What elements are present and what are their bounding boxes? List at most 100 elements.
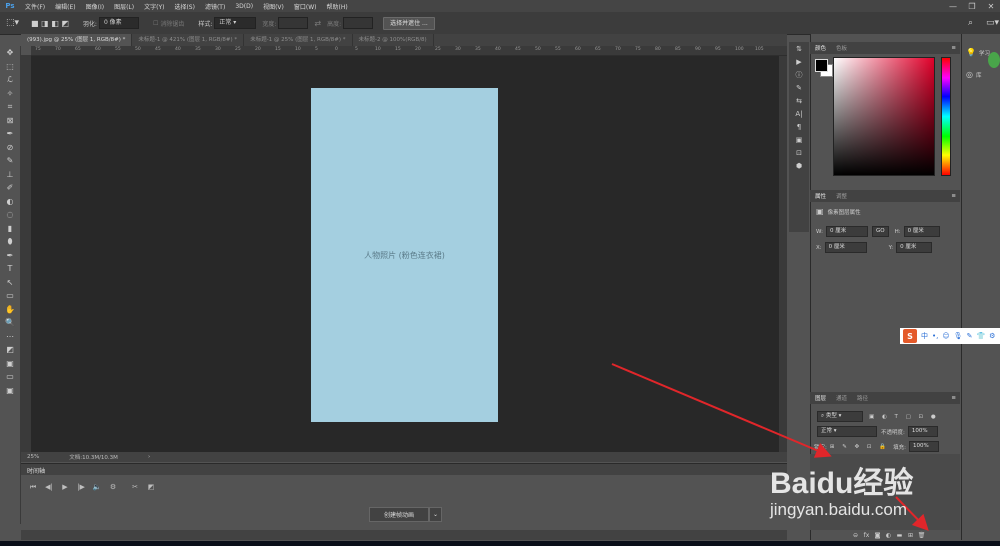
panel-icon-3[interactable]: ✎: [789, 81, 809, 94]
status-arrow-icon[interactable]: ›: [148, 454, 150, 460]
tool-13-icon[interactable]: ▮: [0, 222, 20, 236]
opacity-input[interactable]: 100%: [907, 426, 938, 437]
panel-icon-1[interactable]: ▶: [789, 55, 809, 68]
filter-icons[interactable]: ▣ ◐ T ▢ ⊡ ●: [869, 414, 939, 420]
audio-icon[interactable]: 🔈: [89, 480, 105, 494]
play-icon[interactable]: ▶: [57, 480, 73, 494]
panel-menu-icon[interactable]: ≡: [951, 395, 956, 401]
tab-doc-3[interactable]: 未标题-1 @ 25% (图层 1, RGB/8#) *: [244, 34, 353, 46]
panel-menu-icon[interactable]: ≡: [951, 193, 956, 199]
first-frame-icon[interactable]: ⏮: [25, 480, 41, 494]
link-icon[interactable]: GO: [871, 226, 889, 237]
tool-18-icon[interactable]: ▭: [0, 289, 20, 303]
panel-icon-0[interactable]: ⇅: [789, 42, 809, 55]
menu-type[interactable]: 文字(Y): [139, 2, 169, 11]
tab-properties[interactable]: 属性: [810, 192, 831, 200]
panel-icon-6[interactable]: ¶: [789, 120, 809, 133]
tab-paths[interactable]: 路径: [852, 394, 873, 402]
w-input[interactable]: 0 厘米: [825, 226, 868, 237]
ime-tool-icon[interactable]: ✎: [967, 332, 973, 340]
tool-19-icon[interactable]: ✋: [0, 303, 20, 317]
panel-icon-8[interactable]: ⊡: [789, 146, 809, 159]
tool-15-icon[interactable]: ✒: [0, 249, 20, 263]
sogou-logo-icon[interactable]: S: [903, 329, 917, 343]
color-picker-field[interactable]: [833, 57, 935, 176]
tool-24-icon[interactable]: ▭: [0, 370, 20, 384]
chevron-down-icon[interactable]: ⌄: [429, 507, 442, 522]
swap-icon[interactable]: ⇄: [314, 19, 321, 28]
tab-doc-1[interactable]: (993).jpg @ 25% (图层 1, RGB/8#) *: [21, 34, 133, 46]
height-input[interactable]: [343, 17, 374, 29]
tool-21-icon[interactable]: ⋯: [0, 330, 20, 344]
menu-window[interactable]: 窗口(W): [289, 2, 322, 11]
y-input[interactable]: 0 厘米: [896, 242, 933, 253]
restore-button[interactable]: ❐: [963, 0, 981, 12]
tab-swatches[interactable]: 色板: [831, 44, 852, 52]
ime-voice-icon[interactable]: 🎙: [954, 332, 963, 340]
tool-7-icon[interactable]: ⊘: [0, 141, 20, 155]
kind-filter-select[interactable]: ⌕ 类型 ▾: [817, 411, 863, 422]
menu-image[interactable]: 图像(I): [81, 2, 109, 11]
minimize-button[interactable]: —: [944, 0, 962, 12]
menu-3d[interactable]: 3D(D): [230, 3, 258, 10]
library-item[interactable]: ◎ 库: [966, 70, 982, 79]
tool-11-icon[interactable]: ◐: [0, 195, 20, 209]
tool-6-icon[interactable]: ✒: [0, 127, 20, 141]
antialias-checkbox[interactable]: ☐: [153, 20, 158, 27]
marquee-tool-icon[interactable]: ⬚▾: [6, 18, 19, 28]
tool-25-icon[interactable]: ▣: [0, 384, 20, 398]
tool-22-icon[interactable]: ◩: [0, 343, 20, 357]
tab-channels[interactable]: 通道: [831, 394, 852, 402]
tool-1-icon[interactable]: ⬚: [0, 60, 20, 74]
tab-adjustments[interactable]: 调整: [831, 192, 852, 200]
tool-5-icon[interactable]: ⊠: [0, 114, 20, 128]
tab-color[interactable]: 颜色: [810, 44, 831, 52]
tool-17-icon[interactable]: ↖: [0, 276, 20, 290]
ime-settings-icon[interactable]: ⚙: [989, 332, 995, 340]
tab-doc-2[interactable]: 未标题-1 @ 421% (图层 1, RGB/8#) *: [132, 34, 245, 46]
workspace-icon[interactable]: ▭▾: [986, 18, 999, 28]
tab-doc-4[interactable]: 未标题-2 @ 100%(RGB/8): [353, 34, 434, 46]
menu-view[interactable]: 视图(V): [258, 2, 289, 11]
prev-frame-icon[interactable]: ◀|: [41, 480, 57, 494]
tool-20-icon[interactable]: 🔍: [0, 316, 20, 330]
ime-skin-icon[interactable]: 👕: [976, 332, 985, 340]
tool-12-icon[interactable]: ◌: [0, 208, 20, 222]
panel-menu-icon[interactable]: ≡: [951, 45, 956, 51]
create-frame-animation-button[interactable]: 创建帧动画: [369, 507, 429, 522]
tool-0-icon[interactable]: ✥: [0, 46, 20, 60]
menu-edit[interactable]: 编辑(E): [50, 2, 80, 11]
tool-23-icon[interactable]: ▣: [0, 357, 20, 371]
style-select[interactable]: 正常 ▾: [214, 17, 257, 29]
next-frame-icon[interactable]: |▶: [73, 480, 89, 494]
avatar[interactable]: [988, 52, 1000, 68]
tool-9-icon[interactable]: ⊥: [0, 168, 20, 182]
menu-filter[interactable]: 滤镜(T): [200, 2, 230, 11]
panel-icon-5[interactable]: A|: [789, 107, 809, 120]
ime-chinese-toggle[interactable]: 中: [921, 331, 928, 341]
document-photo[interactable]: 人物照片 (粉色连衣裙): [311, 88, 498, 422]
learn-item[interactable]: 💡 学习: [966, 48, 990, 57]
select-and-mask-button[interactable]: 选择并遮住 ...: [383, 16, 435, 30]
menu-select[interactable]: 选择(S): [169, 2, 200, 11]
menu-file[interactable]: 文件(F): [20, 2, 50, 11]
foreground-color-swatch[interactable]: [815, 59, 828, 72]
tool-14-icon[interactable]: ⬮: [0, 235, 20, 249]
tool-10-icon[interactable]: ✐: [0, 181, 20, 195]
search-icon[interactable]: ⌕: [968, 18, 973, 28]
tool-2-icon[interactable]: ℒ: [0, 73, 20, 87]
panel-icon-4[interactable]: ⇆: [789, 94, 809, 107]
lock-icons[interactable]: ⊞ ✎ ✥ ⊡ 🔒: [830, 444, 889, 450]
tab-layers[interactable]: 图层: [810, 394, 831, 402]
ime-punct-toggle[interactable]: •,: [932, 332, 938, 340]
zoom-level[interactable]: 25%: [27, 454, 39, 460]
ime-emoji-icon[interactable]: ☺: [942, 332, 949, 340]
h-input[interactable]: 0 厘米: [903, 226, 940, 237]
blend-mode-select[interactable]: 正常 ▾: [817, 426, 877, 437]
tool-4-icon[interactable]: ⌗: [0, 100, 20, 114]
cut-icon[interactable]: ✂: [127, 480, 143, 494]
new-selection-icon[interactable]: ■ ◨ ◧ ◩: [31, 19, 69, 28]
timeline-title[interactable]: 时间轴: [27, 466, 45, 475]
transition-icon[interactable]: ◩: [143, 480, 159, 494]
tool-3-icon[interactable]: ✧: [0, 87, 20, 101]
